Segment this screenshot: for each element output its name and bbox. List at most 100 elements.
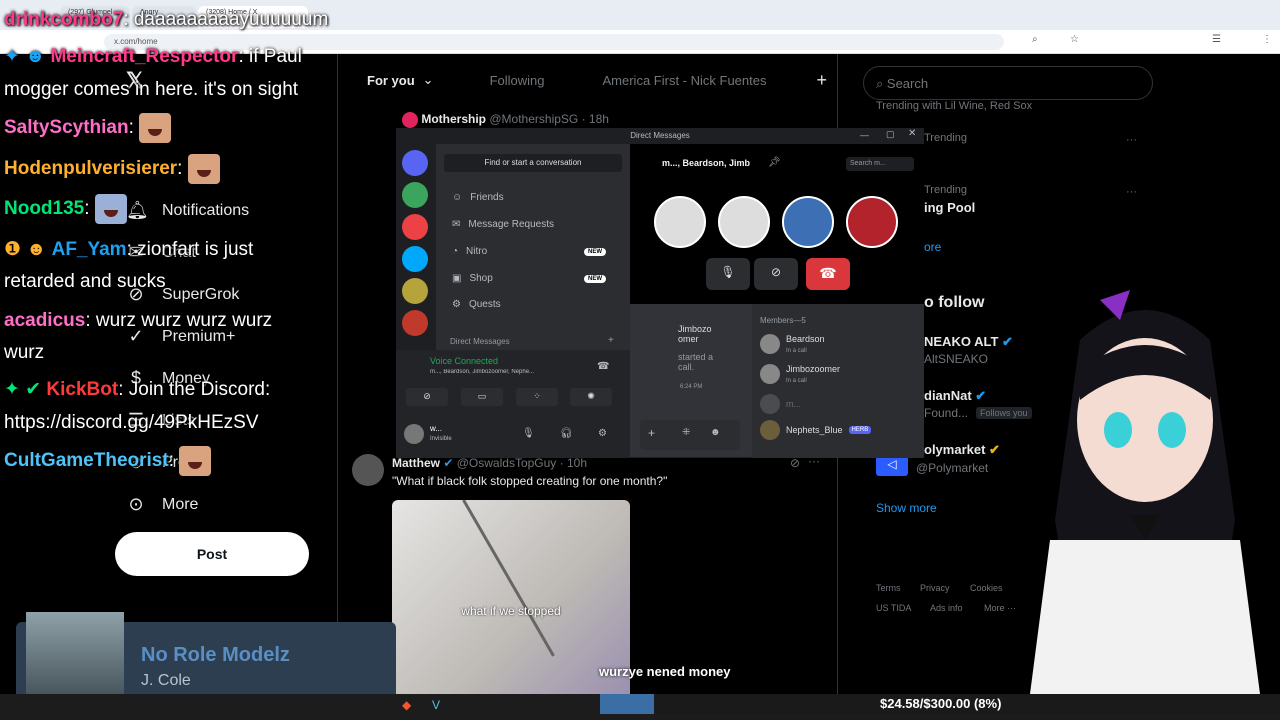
nav-chat[interactable]: ✉ Chat <box>126 242 195 263</box>
mail-icon: ✉ <box>452 219 461 230</box>
footer-link[interactable]: Privacy <box>920 583 950 593</box>
kebab-menu-icon[interactable]: ⋮ <box>1262 34 1272 45</box>
member-item[interactable]: Beardson In a call <box>760 334 825 354</box>
server-icon[interactable] <box>402 214 428 240</box>
server-icon[interactable] <box>402 310 428 336</box>
bell-icon: 🔔︎ <box>126 200 149 220</box>
tab-for-you[interactable]: For you <box>367 73 415 88</box>
call-avatar[interactable] <box>782 196 834 248</box>
call-avatar[interactable] <box>846 196 898 248</box>
tab-1[interactable]: (297) Glumpel <box>60 6 130 28</box>
dm-message-requests[interactable]: ✉ Message Requests <box>452 219 554 230</box>
hang-up-button[interactable]: ☎ <box>806 258 850 290</box>
vtuber-eye-right <box>1158 412 1186 448</box>
post-button[interactable]: Post <box>115 532 309 576</box>
call-mic-button[interactable]: 🎙︎ <box>706 258 750 290</box>
footer-link[interactable]: Ads info <box>930 603 963 613</box>
tab-following[interactable]: Following <box>490 73 545 88</box>
call-avatar[interactable] <box>718 196 770 248</box>
add-dm-icon[interactable]: + <box>608 335 614 346</box>
vscode-icon[interactable]: V <box>432 698 440 712</box>
close-icon[interactable]: ✕ <box>908 128 916 139</box>
tab-3[interactable]: (3208) Home / X <box>198 6 308 28</box>
nav-lists[interactable]: ☰ Lists <box>126 410 195 431</box>
vtuber-avatar <box>1030 290 1260 694</box>
tab-america-first[interactable]: America First - Nick Fuentes <box>603 73 767 88</box>
footer-link[interactable]: Cookies <box>970 583 1003 593</box>
follow-2[interactable]: dianNat ✔ <box>924 388 986 404</box>
gift-icon[interactable]: ⁜ <box>682 427 690 438</box>
headphones-icon[interactable]: 🎧︎ <box>560 428 573 439</box>
footer-link[interactable]: More ··· <box>984 603 1016 613</box>
follow-name: dianNat <box>924 388 972 403</box>
tab-2[interactable]: Angry <box>132 6 196 28</box>
show-more-link[interactable]: ore <box>924 240 941 254</box>
url-field[interactable]: x.com/home <box>104 34 1004 50</box>
nav-profile[interactable]: ☺ Profile <box>126 452 208 473</box>
member-status: In a call <box>786 378 807 384</box>
nav-money[interactable]: $ Money <box>126 368 210 389</box>
tweet-mothership[interactable]: Mothership @MothershipSG · 18h <box>402 112 609 128</box>
chat-icon: ✉ <box>128 242 144 262</box>
show-more-link[interactable]: Show more <box>876 501 937 515</box>
call-avatar[interactable] <box>654 196 706 248</box>
mic-icon[interactable]: 🎙︎ <box>522 428 535 439</box>
dm-friends[interactable]: ☺ Friends <box>452 192 504 203</box>
x-logo-icon[interactable]: 𝕏 <box>126 68 144 94</box>
member-name: m... <box>786 399 801 409</box>
nav-more[interactable]: ⊙ More <box>126 494 198 515</box>
more-icon[interactable]: ··· <box>1126 134 1137 146</box>
follow-3[interactable]: olymarket ✔ <box>924 442 1000 458</box>
add-tab-icon[interactable]: + <box>816 70 827 91</box>
grok-icon[interactable]: ⊘ <box>790 456 800 470</box>
server-icon[interactable] <box>402 150 428 176</box>
dm-search-input[interactable]: Search m... <box>846 157 914 171</box>
call-camera-button[interactable]: ⊘ <box>754 258 798 290</box>
footer-link[interactable]: Terms <box>876 583 901 593</box>
more-icon[interactable]: ··· <box>1126 186 1137 198</box>
nav-label: Money <box>162 369 211 387</box>
maximize-icon[interactable]: ▢ <box>886 129 895 140</box>
add-attachment-icon[interactable]: + <box>648 426 655 440</box>
zoom-icon[interactable]: ⌕ <box>1032 34 1038 45</box>
trend-title[interactable]: ing Pool <box>924 200 975 215</box>
find-conversation-input[interactable]: Find or start a conversation <box>444 154 622 172</box>
nav-premium[interactable]: ✓ Premium+ <box>126 326 235 347</box>
nav-notifications[interactable]: 🔔︎ Notifications <box>126 200 249 221</box>
nav-supergrok[interactable]: ⊘ SuperGrok <box>126 284 239 305</box>
member-item[interactable]: m... <box>760 394 801 414</box>
avatar[interactable] <box>404 424 424 444</box>
footer-link[interactable]: US TIDA <box>876 603 911 613</box>
menu-icon[interactable]: ☰ <box>1212 34 1221 45</box>
member-item[interactable]: Jimbozoomer In a call <box>760 364 840 384</box>
money-icon: $ <box>130 368 141 388</box>
bookmark-star-icon[interactable]: ☆ <box>1070 34 1079 45</box>
settings-icon[interactable]: ⚙ <box>598 428 607 439</box>
screen-share-button[interactable]: ▭ <box>461 388 503 406</box>
dm-nitro[interactable]: ◔ Nitro <box>452 246 487 257</box>
follow-1[interactable]: NEAKO ALT ✔ <box>924 334 1013 350</box>
server-icon[interactable] <box>402 246 428 272</box>
search-input[interactable]: ⌕ Search <box>863 66 1153 100</box>
disconnect-icon[interactable]: ☎ <box>597 361 609 372</box>
stream-subtitle: wurzye nened money <box>599 664 731 679</box>
tweet-text: "What if black folk stopped creating for… <box>392 474 668 488</box>
more-icon: ⊙ <box>128 494 144 514</box>
member-item[interactable]: Nephets_Blue HERB <box>760 420 872 440</box>
server-icon[interactable] <box>402 182 428 208</box>
dm-quests[interactable]: ⚙ Quests <box>452 299 501 310</box>
minimize-icon[interactable]: — <box>860 130 869 140</box>
tweet-media[interactable] <box>392 500 630 700</box>
brave-icon[interactable]: ◆ <box>402 698 411 712</box>
nav-label: Notifications <box>162 201 250 219</box>
server-icon[interactable] <box>402 278 428 304</box>
camera-off-button[interactable]: ⊘ <box>406 388 448 406</box>
activities-button[interactable]: ⁘ <box>516 388 558 406</box>
member-name: Jimbozoomer <box>786 364 841 374</box>
dm-shop[interactable]: ▣ Shop <box>452 273 493 284</box>
pin-icon[interactable]: 📌︎ <box>768 157 781 168</box>
chevron-down-icon[interactable]: ⌄ <box>423 72 434 88</box>
emoji-icon[interactable]: ☻ <box>710 427 721 438</box>
search-placeholder: Search <box>886 76 929 91</box>
soundboard-button[interactable]: ✺ <box>570 388 612 406</box>
